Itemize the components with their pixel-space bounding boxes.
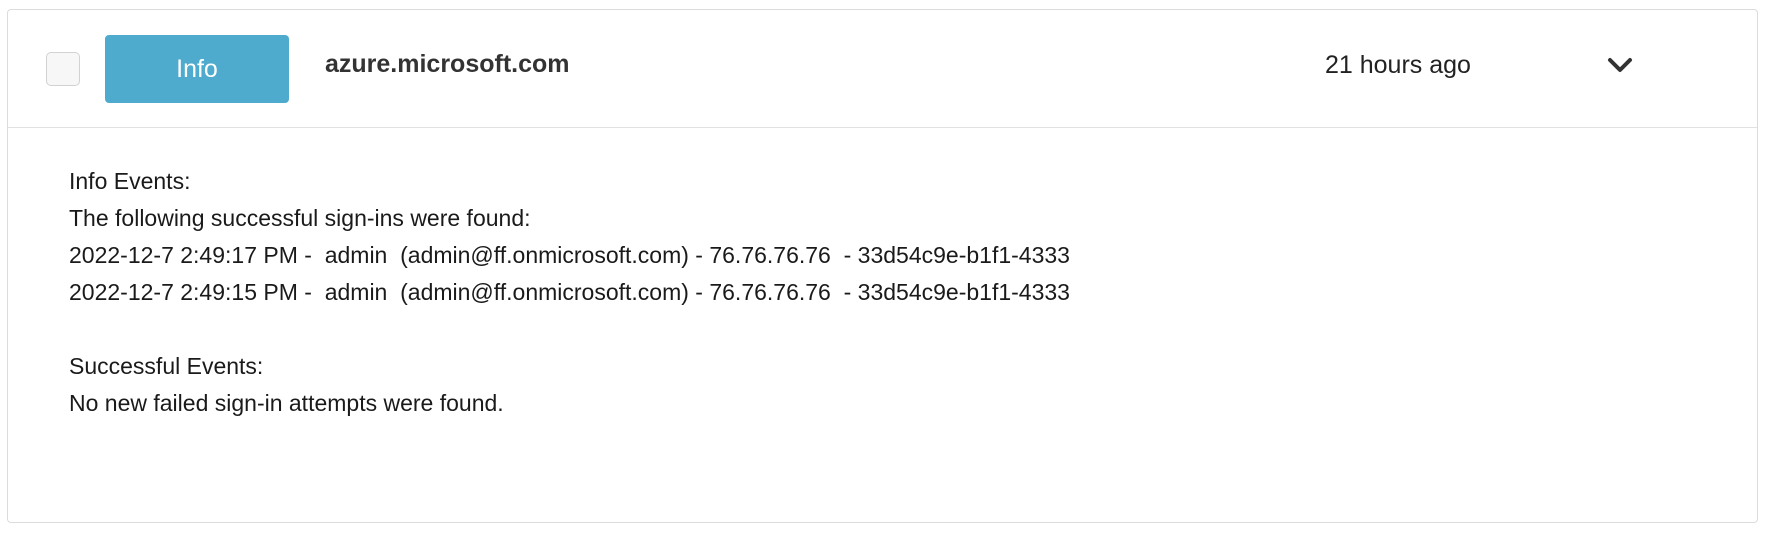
info-events-heading: Info Events:	[69, 168, 191, 194]
successful-events-message: No new failed sign-in attempts were foun…	[69, 390, 504, 416]
select-checkbox[interactable]	[46, 52, 80, 86]
sign-in-row: 2022-12-7 2:49:15 PM - admin (admin@ff.o…	[69, 279, 1070, 305]
info-events-intro: The following successful sign-ins were f…	[69, 205, 531, 231]
info-events-section: Info Events: The following successful si…	[69, 163, 1757, 311]
sign-in-row: 2022-12-7 2:49:17 PM - admin (admin@ff.o…	[69, 242, 1070, 268]
successful-events-section: Successful Events: No new failed sign-in…	[69, 348, 1757, 422]
severity-badge-label: Info	[176, 54, 218, 83]
alert-timestamp: 21 hours ago	[1325, 51, 1471, 79]
successful-events-heading: Successful Events:	[69, 353, 264, 379]
chevron-down-icon[interactable]	[1605, 54, 1635, 76]
alert-header[interactable]: Info azure.microsoft.com 21 hours ago	[8, 10, 1757, 128]
alert-card: Info azure.microsoft.com 21 hours ago In…	[7, 9, 1758, 523]
alert-details: Info Events: The following successful si…	[8, 128, 1757, 422]
severity-badge[interactable]: Info	[105, 35, 289, 103]
alert-domain: azure.microsoft.com	[325, 50, 570, 78]
